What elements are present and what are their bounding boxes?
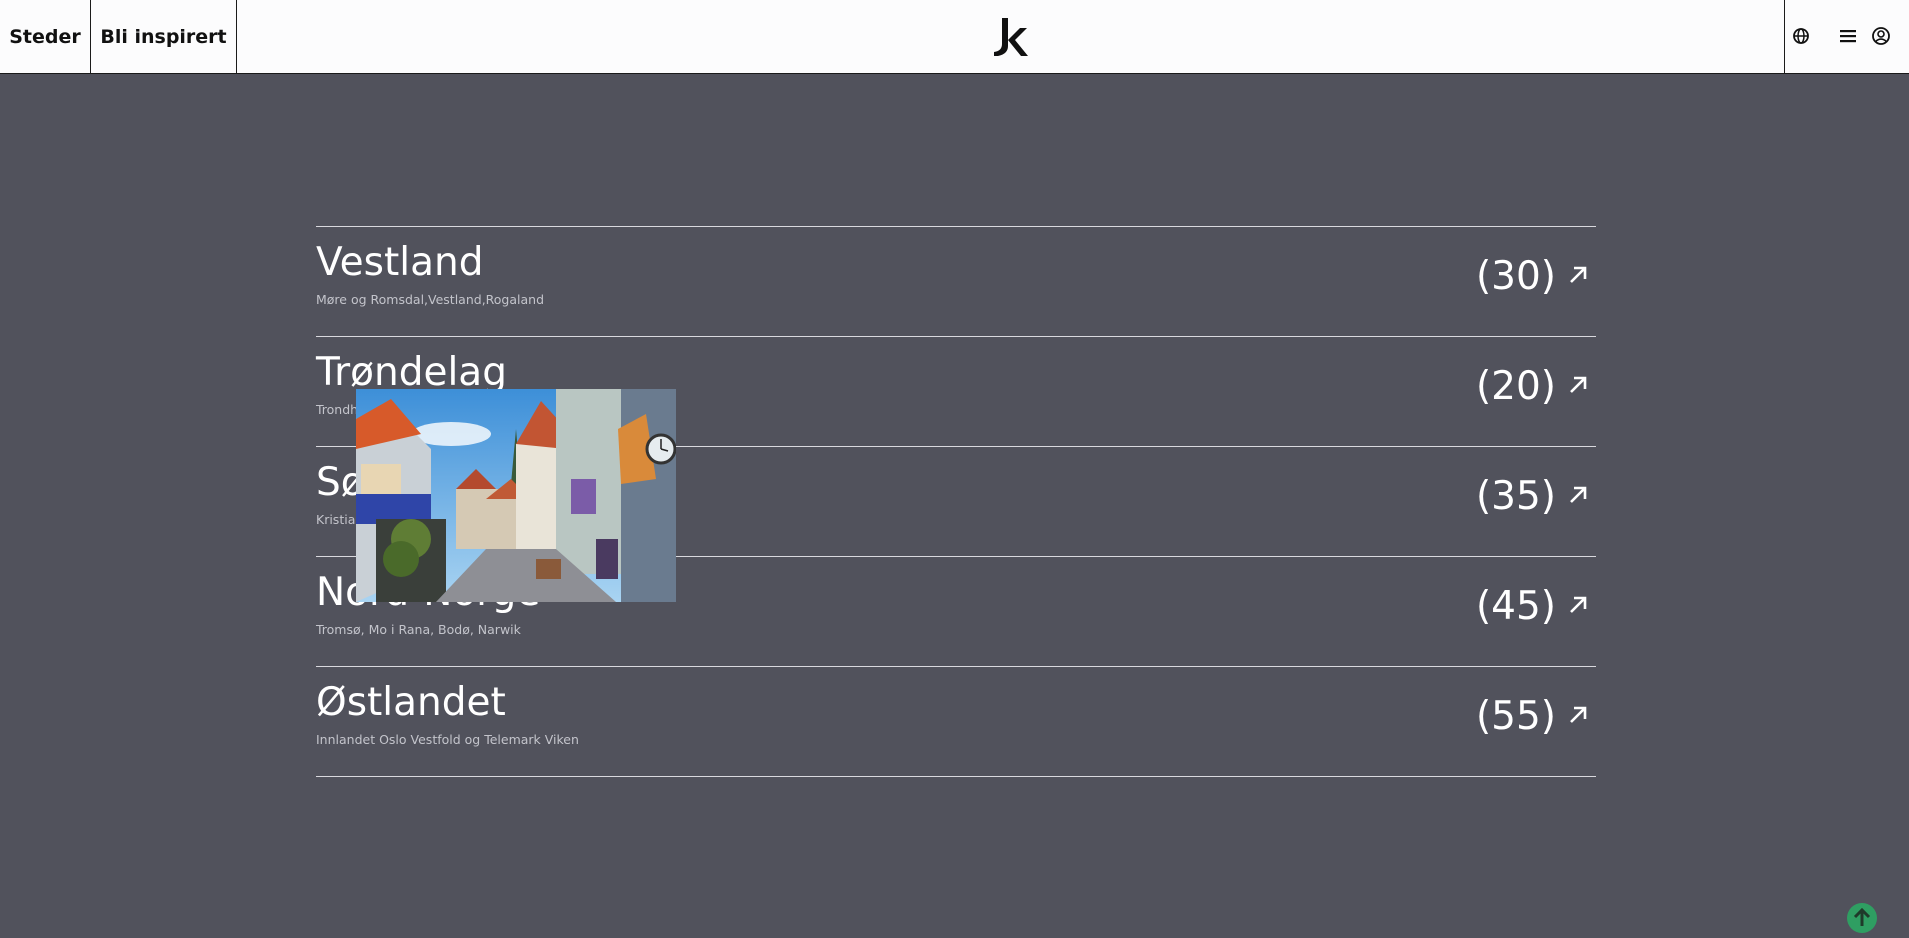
header-tools	[1784, 0, 1909, 73]
region-count: (30)	[1475, 254, 1556, 299]
arrow-up-right-icon	[1570, 266, 1587, 283]
region-subtitle: Trondh	[316, 402, 359, 417]
nav-link-bli-inspirert[interactable]: Bli inspirert	[91, 0, 237, 73]
k-logo-icon[interactable]	[990, 16, 1030, 58]
menu-icon[interactable]	[1838, 26, 1858, 46]
arrow-up-right-icon	[1570, 376, 1587, 393]
region-count: (45)	[1475, 584, 1556, 629]
region-title: Østlandet	[316, 680, 506, 725]
region-row-vestland[interactable]: Vestland Møre og Romsdal,Vestland,Rogala…	[316, 227, 1596, 337]
arrow-up-right-icon	[1570, 486, 1587, 503]
region-title: Vestland	[316, 240, 484, 285]
region-subtitle: Tromsø, Mo i Rana, Bodø, Narwik	[316, 622, 521, 637]
user-icon[interactable]	[1871, 26, 1891, 46]
nav-link-steder[interactable]: Steder	[0, 0, 91, 73]
region-count: (55)	[1475, 694, 1556, 739]
region-row-ostlandet[interactable]: Østlandet Innlandet Oslo Vestfold og Tel…	[316, 667, 1596, 777]
top-navigation-bar: Steder Bli inspirert	[0, 0, 1909, 74]
region-subtitle: Møre og Romsdal,Vestland,Rogaland	[316, 292, 545, 307]
region-count: (35)	[1475, 474, 1556, 519]
globe-icon[interactable]	[1791, 26, 1811, 46]
region-count: (20)	[1475, 364, 1556, 409]
arrow-up-right-icon	[1570, 706, 1587, 723]
region-preview-image	[356, 389, 676, 602]
arrow-up-right-icon	[1570, 596, 1587, 613]
scroll-to-top-icon[interactable]	[1846, 902, 1878, 934]
region-subtitle: Innlandet Oslo Vestfold og Telemark Vike…	[316, 732, 579, 747]
